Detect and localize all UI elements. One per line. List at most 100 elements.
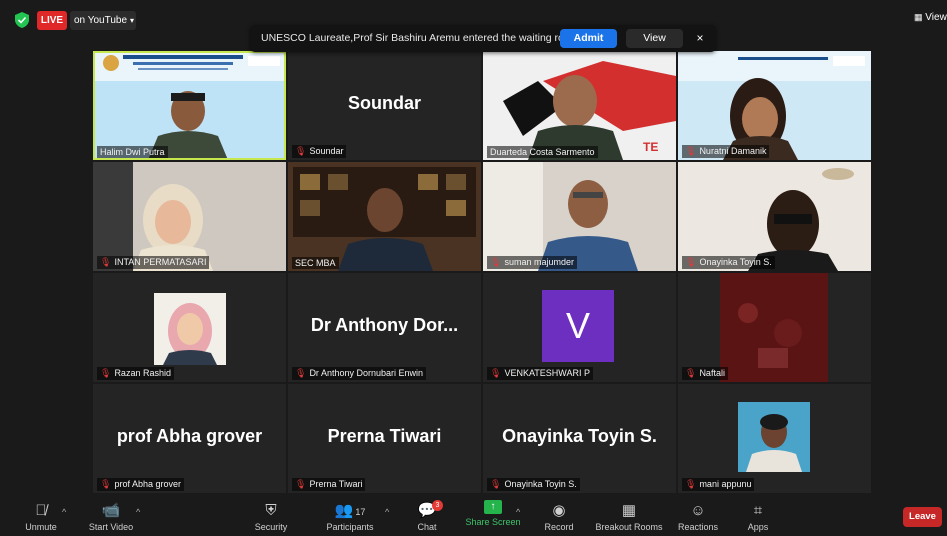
participants-button[interactable]: 👥 17 Participants (322, 496, 378, 536)
record-label: Record (544, 522, 574, 532)
close-icon[interactable]: × (693, 30, 707, 46)
participant-name: 🎙 Onayinka Toyin S. (682, 256, 775, 269)
participants-icon: 👥 17 (334, 502, 366, 519)
mic-muted-icon: 🎙 (685, 257, 697, 267)
mic-muted-icon: 🎙 (490, 368, 502, 378)
participant-name: 🎙 Nuratni Damanik (682, 145, 770, 158)
participants-count: 17 (355, 507, 366, 517)
mic-muted-icon: 🎙 (490, 257, 502, 267)
participant-name-text: suman majumder (504, 257, 574, 267)
chat-label: Chat (417, 522, 437, 532)
video-tile[interactable]: 🎙 suman majumder (483, 162, 676, 271)
video-tile[interactable]: Dr Anthony Dor... 🎙 Dr Anthony Dornubari … (288, 273, 481, 382)
apps-label: Apps (747, 522, 769, 532)
breakout-rooms-button[interactable]: ▦ Breakout Rooms (593, 496, 665, 536)
participant-name: 🎙 Razan Rashid (97, 367, 174, 380)
participant-big-name: Soundar (347, 93, 421, 113)
mic-muted-icon: 🎙 (100, 479, 112, 489)
video-tile[interactable]: TE Duarteda Costa Sarmento (483, 51, 676, 160)
mic-muted-icon: 🎙 (685, 146, 697, 156)
participant-name: 🎙 Soundar (292, 145, 347, 158)
youtube-stream-dropdown[interactable]: on YouTube ▾ (70, 11, 136, 30)
start-video-button[interactable]: 📹 Start Video (84, 496, 138, 536)
mic-muted-icon: 🎙 (295, 368, 307, 378)
share-screen-button[interactable]: ↑ Share Screen (465, 496, 521, 536)
participant-name: 🎙 prof Abha grover (97, 478, 184, 491)
participant-name-text: Nuratni Damanik (699, 146, 767, 156)
video-camera-off-icon: 📹 (101, 502, 121, 519)
unmute-button[interactable]: 🎙̸ Unmute (18, 496, 64, 536)
participant-name-text: Razan Rashid (114, 368, 171, 378)
participant-name-text: VENKATESHWARI P (504, 368, 590, 378)
participant-name: Halim Dwi Putra (97, 146, 168, 158)
record-icon: ◉ (552, 502, 566, 519)
breakout-rooms-icon: ▦ (621, 502, 637, 519)
shield-icon: ⛨ (265, 502, 277, 519)
security-label: Security (254, 522, 288, 532)
video-tile[interactable]: V 🎙 VENKATESHWARI P (483, 273, 676, 382)
admit-button[interactable]: Admit (560, 29, 617, 48)
video-options-chevron-icon[interactable]: ^ (136, 507, 140, 517)
unmute-label: Unmute (25, 522, 57, 532)
participant-video-halim (93, 51, 286, 160)
participant-name-text: Dr Anthony Dornubari Enwin (309, 368, 423, 378)
participant-name: 🎙 VENKATESHWARI P (487, 367, 593, 380)
share-screen-icon: ↑ (484, 500, 502, 514)
participant-name-text: Naftali (699, 368, 725, 378)
apps-button[interactable]: ⌗ Apps (742, 496, 774, 536)
video-tile[interactable]: Onayinka Toyin S. 🎙 Onayinka Toyin S. (483, 384, 676, 493)
view-toggle-button[interactable]: ▦ View (914, 12, 947, 23)
participant-name-text: INTAN PERMATASARI (114, 257, 207, 267)
participant-name: 🎙 Prerna Tiwari (292, 478, 366, 491)
video-tile[interactable]: 🎙 Razan Rashid (93, 273, 286, 382)
participants-options-chevron-icon[interactable]: ^ (385, 507, 389, 517)
mic-muted-icon: 🎙 (490, 479, 502, 489)
reactions-button[interactable]: ☺ Reactions (675, 496, 721, 536)
view-waiting-room-button[interactable]: View (626, 29, 683, 48)
participant-photo-razan (154, 293, 226, 365)
security-button[interactable]: ⛨ Security (251, 496, 291, 536)
mic-muted-icon: 🎙 (100, 368, 112, 378)
apps-icon: ⌗ (753, 502, 763, 519)
video-tile[interactable]: Halim Dwi Putra (93, 51, 286, 160)
video-tile[interactable]: 🎙 Nuratni Damanik (678, 51, 871, 160)
leave-button[interactable]: Leave (903, 507, 942, 527)
participant-name: 🎙 mani appunu (682, 478, 755, 491)
chat-unread-badge: 3 (432, 500, 443, 511)
start-video-label: Start Video (88, 522, 134, 532)
video-tile[interactable]: 🎙 Naftali (678, 273, 871, 382)
participant-name: 🎙 Onayinka Toyin S. (487, 478, 580, 491)
chat-button[interactable]: 💬 3 Chat (412, 496, 443, 536)
waiting-room-notification: UNESCO Laureate,Prof Sir Bashiru Aremu e… (250, 25, 716, 52)
participant-photo-mani (738, 402, 810, 472)
participant-name-text: Prerna Tiwari (309, 479, 363, 489)
security-shield-icon[interactable] (15, 12, 29, 28)
share-options-chevron-icon[interactable]: ^ (516, 507, 520, 517)
video-tile[interactable]: Prerna Tiwari 🎙 Prerna Tiwari (288, 384, 481, 493)
video-tile[interactable]: 🎙 INTAN PERMATASARI (93, 162, 286, 271)
audio-options-chevron-icon[interactable]: ^ (62, 507, 66, 517)
video-tile[interactable]: Soundar 🎙 Soundar (288, 51, 481, 160)
mic-muted-icon: 🎙 (685, 479, 697, 489)
video-tile[interactable]: 🎙 Onayinka Toyin S. (678, 162, 871, 271)
avatar: V (542, 290, 614, 362)
participant-name: Duarteda Costa Sarmento (487, 146, 598, 158)
record-button[interactable]: ◉ Record (541, 496, 577, 536)
reactions-label: Reactions (677, 522, 719, 532)
mic-muted-icon: 🎙 (685, 368, 697, 378)
participant-video-onayinka (678, 162, 871, 271)
participant-name-text: Onayinka Toyin S. (699, 257, 772, 267)
breakout-rooms-label: Breakout Rooms (595, 522, 663, 532)
participant-video-naftali (720, 273, 828, 382)
participant-video-nuratni (678, 51, 871, 160)
live-badge[interactable]: LIVE (37, 11, 67, 30)
view-toggle-label: View (925, 12, 947, 23)
participant-big-name: Dr Anthony Dor... (310, 315, 459, 335)
video-tile[interactable]: SEC MBA (288, 162, 481, 271)
mic-muted-icon: 🎙 (295, 146, 307, 156)
video-tile[interactable]: prof Abha grover 🎙 prof Abha grover (93, 384, 286, 493)
participant-video-sec-mba (288, 162, 481, 271)
chevron-down-icon: ▾ (130, 16, 135, 25)
video-tile[interactable]: 🎙 mani appunu (678, 384, 871, 493)
participant-big-name: prof Abha grover (116, 426, 263, 446)
